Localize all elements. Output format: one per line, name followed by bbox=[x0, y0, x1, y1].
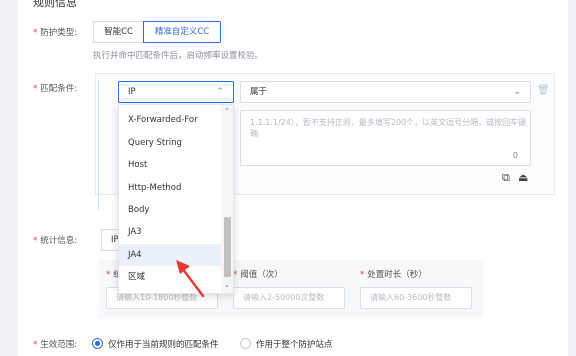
scope-option-whole-site[interactable]: 作用于整个防护站点 bbox=[256, 338, 333, 350]
match-condition-label: * 匹配条件: bbox=[33, 84, 78, 94]
match-values-textarea[interactable]: 1.1.1.1/24），暂不支持正则，最多填写200个，以英文逗号分隔，或按回车… bbox=[240, 110, 531, 166]
threshold-input[interactable]: 请输入2-50000次整数 bbox=[233, 287, 345, 309]
protection-hint: 执行并命中匹配条件后，启动频率设置校验。 bbox=[93, 51, 264, 61]
match-field-select[interactable]: IP ⌃ bbox=[118, 81, 234, 103]
copy-icon[interactable]: ⧉ bbox=[502, 171, 510, 185]
annotation-arrow-icon bbox=[176, 260, 205, 298]
dropdown-option[interactable]: JA3 bbox=[119, 221, 223, 243]
scope-label: * 生效范围: bbox=[33, 340, 78, 350]
chevron-up-icon: ⌃ bbox=[216, 87, 224, 97]
dropdown-option[interactable]: Http-Method bbox=[119, 177, 223, 199]
dropdown-option[interactable]: Host bbox=[119, 154, 223, 176]
scope-option-current-rule[interactable]: 仅作用于当前规则的匹配条件 bbox=[108, 338, 219, 350]
scroll-down-icon[interactable]: ⌄ bbox=[224, 281, 230, 289]
dropdown-scrollbar[interactable]: ⌃ ⌄ bbox=[221, 105, 233, 293]
scope-radio-current-rule[interactable] bbox=[92, 338, 103, 349]
stats-label: * 统计信息: bbox=[33, 236, 78, 246]
scroll-up-icon[interactable]: ⌃ bbox=[224, 107, 230, 115]
import-icon[interactable]: ⏏ bbox=[518, 171, 528, 184]
option-precise-custom-cc[interactable]: 精准自定义CC bbox=[143, 21, 221, 43]
char-counter: 0 bbox=[512, 151, 518, 160]
protection-type-label: * 防护类型: bbox=[33, 28, 78, 38]
delete-condition-icon[interactable]: 🗑 bbox=[537, 85, 550, 96]
condition-connector-line bbox=[98, 80, 99, 210]
section-title: 规则信息 bbox=[33, 0, 77, 9]
scope-radio-whole-site[interactable] bbox=[240, 338, 251, 349]
dropdown-scroll-thumb[interactable] bbox=[224, 217, 231, 277]
chevron-down-icon: ⌄ bbox=[513, 87, 521, 97]
action-duration-input[interactable]: 请输入60-3600秒整数 bbox=[360, 287, 472, 309]
dropdown-option[interactable]: X-Forwarded-For bbox=[119, 109, 223, 131]
threshold-label: * 阈值（次） bbox=[233, 270, 283, 280]
dropdown-option[interactable]: Body bbox=[119, 199, 223, 221]
page-scrollbar[interactable] bbox=[568, 0, 576, 356]
dropdown-option[interactable]: Query String bbox=[119, 132, 223, 154]
match-operator-select[interactable]: 属于 ⌄ bbox=[240, 81, 531, 103]
action-duration-label: * 处置时长（秒） bbox=[360, 270, 427, 280]
option-smart-cc[interactable]: 智能CC bbox=[93, 21, 144, 43]
